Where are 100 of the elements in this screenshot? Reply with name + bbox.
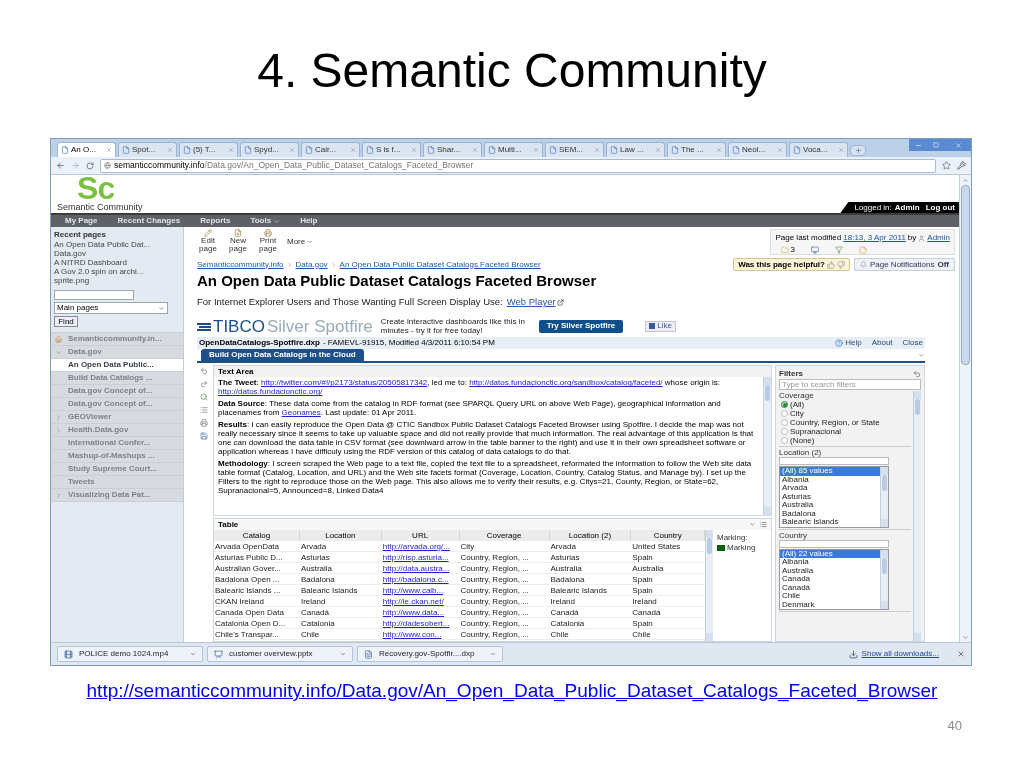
- toolbar-button[interactable]: Print page: [257, 229, 279, 253]
- list-item[interactable]: (All) 22 values: [780, 549, 880, 559]
- redo-icon[interactable]: [199, 380, 208, 389]
- thumbs-down-icon[interactable]: [836, 260, 845, 269]
- close-button[interactable]: [945, 139, 971, 151]
- caret-icon[interactable]: [749, 521, 756, 528]
- scrollbar[interactable]: [705, 530, 713, 641]
- close-icon[interactable]: [957, 650, 965, 658]
- filter-field[interactable]: [779, 457, 889, 466]
- link[interactable]: http://datos.fundacionctic.org/sandbox/catalog/faceted/: [469, 378, 663, 388]
- forward-icon[interactable]: [71, 161, 80, 170]
- filter-field[interactable]: [779, 539, 889, 548]
- url-link[interactable]: http://arvada.org/...: [381, 541, 460, 552]
- list-item[interactable]: (All) 85 values: [780, 467, 880, 476]
- browser-tab[interactable]: Neol...: [728, 142, 787, 157]
- browser-tab[interactable]: SEM...: [545, 142, 604, 157]
- toolbar-button[interactable]: New page: [227, 229, 249, 253]
- nav-item[interactable]: Recent Changes: [117, 215, 181, 227]
- url-link[interactable]: http://badalona.c...: [381, 574, 460, 585]
- radio-button[interactable]: [781, 437, 788, 445]
- recent-page-link[interactable]: A Gov 2.0 spin on archi...: [54, 267, 180, 276]
- list-item[interactable]: Balearic Islands: [780, 518, 880, 527]
- date-link[interactable]: 18:13, 3 Apr 2011: [843, 232, 906, 244]
- web-player-link[interactable]: Web Player: [506, 295, 556, 310]
- browser-tab[interactable]: Shar...: [423, 142, 482, 157]
- list-item[interactable]: Arvada: [780, 484, 880, 493]
- list-icon[interactable]: [760, 521, 767, 528]
- column-header[interactable]: Location: [299, 530, 382, 541]
- breadcrumb-link[interactable]: An Open Data Public Dataset Catalogs Faceted Browser: [339, 258, 541, 271]
- list-item[interactable]: Australia: [780, 566, 880, 576]
- printer-icon[interactable]: [199, 419, 208, 428]
- reload-icon[interactable]: [86, 161, 94, 170]
- undo-icon[interactable]: [199, 367, 208, 376]
- list-item[interactable]: Asturias: [780, 492, 880, 502]
- column-header[interactable]: Coverage: [459, 530, 550, 541]
- recent-page-link[interactable]: A NITRD Dashboard: [54, 258, 180, 267]
- column-header[interactable]: Location (2): [549, 530, 632, 541]
- browser-tab[interactable]: Voca...: [789, 142, 848, 157]
- radio-button[interactable]: [781, 419, 788, 427]
- radio-button[interactable]: [781, 428, 788, 436]
- caret-icon[interactable]: [918, 352, 925, 360]
- breadcrumb-link[interactable]: Semanticcommunity.info: [197, 258, 284, 271]
- scrollbar[interactable]: [913, 391, 921, 641]
- download-item[interactable]: POLICE demo 1024.mp4: [57, 646, 203, 662]
- radio-button[interactable]: [781, 410, 788, 418]
- browser-tab[interactable]: S is f...: [362, 142, 421, 157]
- logout-link[interactable]: Log out: [925, 201, 955, 214]
- like-button[interactable]: Like: [645, 320, 676, 332]
- recent-page-link[interactable]: sprite.png: [54, 276, 180, 285]
- menu-link[interactable]: About: [871, 337, 893, 350]
- scrollbar[interactable]: [880, 549, 888, 610]
- radio-button[interactable]: [781, 401, 788, 409]
- link[interactable]: Geonames: [281, 408, 321, 418]
- wrench-icon[interactable]: [957, 161, 966, 170]
- bookmark-star-icon[interactable]: [942, 161, 951, 170]
- user-link[interactable]: Admin: [927, 232, 950, 244]
- list-icon[interactable]: [199, 406, 208, 415]
- list-item[interactable]: Badalona: [780, 509, 880, 519]
- url-link[interactable]: http://risp.asturia...: [381, 552, 460, 563]
- show-downloads-link[interactable]: Show all downloads...: [861, 648, 939, 660]
- filter-search-field[interactable]: Type to search filters: [779, 379, 921, 391]
- nav-item[interactable]: Tools: [250, 215, 281, 227]
- column-header[interactable]: Catalog: [214, 530, 300, 541]
- url-link[interactable]: http://www.con...: [381, 629, 460, 640]
- page-select[interactable]: Main pages: [54, 302, 168, 314]
- browser-tab[interactable]: Spot...: [118, 142, 177, 157]
- new-tab-button[interactable]: [850, 145, 866, 156]
- breadcrumb-link[interactable]: Data.gov: [295, 258, 328, 271]
- url-link[interactable]: http://semanticcommunity.info/Data.gov/An_Open_Data_Public_Dataset_Catalogs_Faceted_Browser: [86, 676, 938, 706]
- list-item[interactable]: Albania: [780, 558, 880, 567]
- link[interactable]: http://datos.fundacionctic.org/: [218, 387, 323, 397]
- browser-tab[interactable]: Multi...: [484, 142, 543, 157]
- browser-tab[interactable]: Cair...: [301, 142, 360, 157]
- browser-tab[interactable]: An O...: [57, 142, 116, 157]
- filter-icon[interactable]: [834, 246, 843, 254]
- toolbar-button[interactable]: More: [287, 229, 314, 246]
- thumbs-up-icon[interactable]: [826, 260, 835, 269]
- recent-page-link[interactable]: An Open Data Public Dat...: [54, 240, 180, 249]
- notifications-button[interactable]: Page Notifications Off: [853, 258, 955, 271]
- browser-tab[interactable]: The ...: [667, 142, 726, 157]
- list-item[interactable]: Canada: [780, 575, 880, 584]
- column-header[interactable]: URL: [381, 530, 460, 541]
- download-item[interactable]: customer overview.pptx: [207, 646, 353, 662]
- url-link[interactable]: http://dadesobert...: [381, 618, 460, 629]
- url-link[interactable]: http://www.data...: [381, 607, 460, 618]
- toolbar-button[interactable]: Edit page: [197, 229, 219, 253]
- search-icon[interactable]: [199, 393, 208, 402]
- tree-item[interactable]: An Open Data Public...: [51, 359, 183, 372]
- browser-tab[interactable]: Spyd...: [240, 142, 299, 157]
- minimize-button[interactable]: [909, 139, 927, 151]
- back-icon[interactable]: [56, 161, 65, 170]
- try-button[interactable]: Try Silver Spotfire: [538, 319, 624, 333]
- download-item[interactable]: Recovery.gov-Spotfir....dxp: [357, 646, 503, 662]
- nav-item[interactable]: Reports: [200, 215, 231, 227]
- url-link[interactable]: http://ie.ckan.net/: [381, 596, 460, 607]
- url-link[interactable]: http://data.austra...: [381, 563, 460, 574]
- address-field[interactable]: semanticcommunity.info/Data.gov/An_Open_Data_Public_Dataset_Catalogs_Faceted_Browser: [100, 158, 936, 173]
- find-button[interactable]: Find: [54, 316, 78, 327]
- nav-item[interactable]: Help: [300, 215, 318, 227]
- browser-tab[interactable]: (5) T...: [179, 142, 238, 157]
